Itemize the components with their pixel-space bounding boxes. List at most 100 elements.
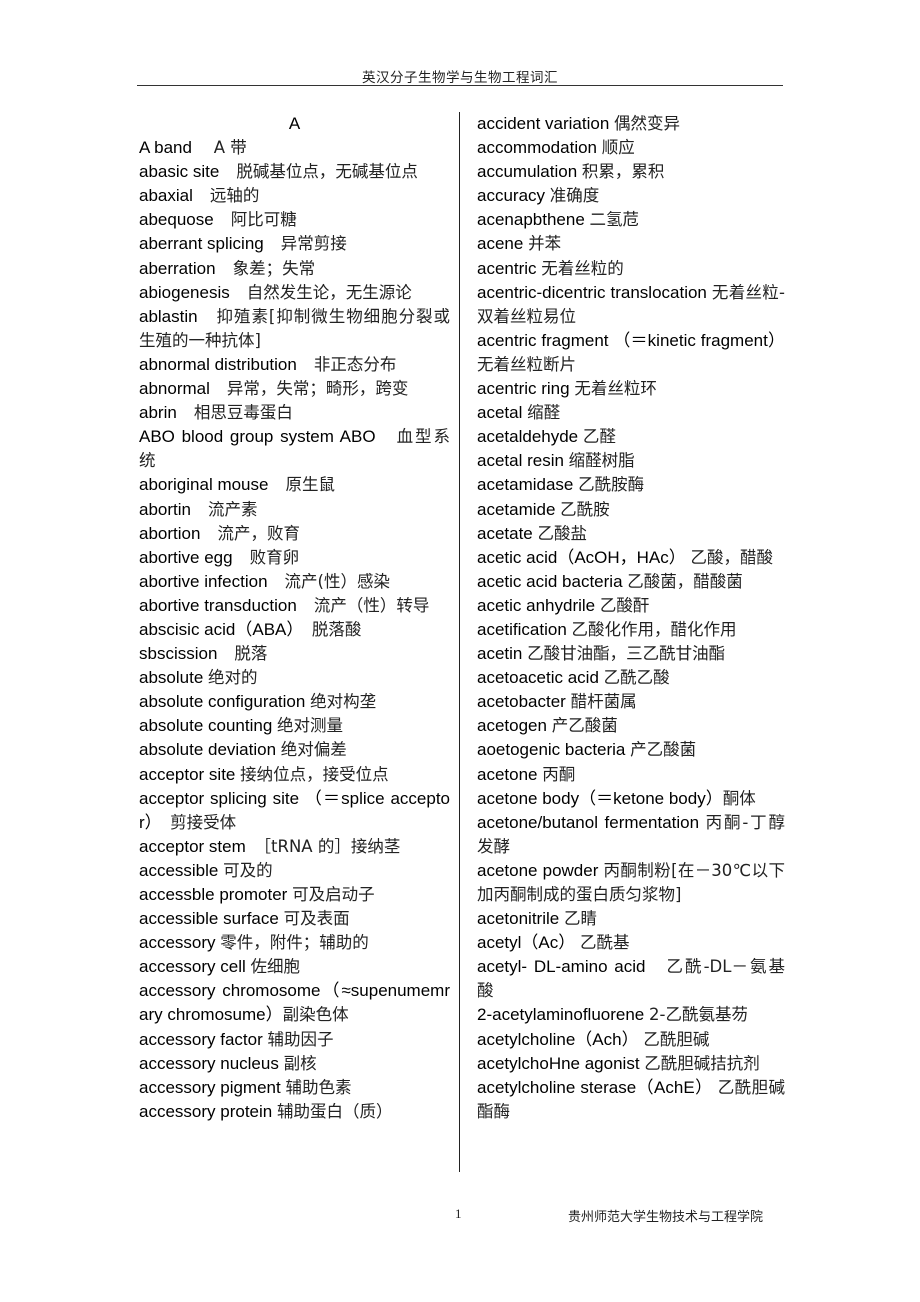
entry-list-left: A band A 带 abasic site 脱碱基位点，无碱基位点 abaxial… (139, 136, 450, 1124)
glossary-entry: acetyl- DL-amino acid 乙酰-DL－氨基酸 (477, 955, 785, 1003)
entry-translation: 绝对偏差 (280, 740, 347, 760)
entry-translation: 脱碱基位点，无碱基位点 (236, 162, 418, 182)
entry-term: acentric (477, 258, 537, 278)
entry-term: acentric-dicentric translocation (477, 282, 707, 302)
glossary-entry: acentric fragment （＝kinetic fragment） 无着… (477, 329, 785, 377)
glossary-entry: accessory 零件，附件；辅助的 (139, 931, 450, 955)
glossary-entry: abiogenesis 自然发生论，无生源论 (139, 281, 450, 305)
entry-separator (268, 572, 285, 591)
entry-term: acentric fragment （＝kinetic fragment） (477, 330, 785, 350)
glossary-entry: acetogen 产乙酸菌 (477, 714, 785, 738)
entry-term: acetic anhydrile (477, 595, 596, 615)
entry-translation: 败育卵 (249, 547, 300, 567)
entry-term: abaxial (139, 186, 193, 206)
entry-term: absolute deviation (139, 740, 277, 760)
entry-translation: 乙睛 (563, 909, 597, 929)
entry-separator (191, 500, 208, 519)
entry-term: accessory factor (139, 1029, 263, 1049)
glossary-entry: 2-acetylaminofluorene 2-乙酰氨基芴 (477, 1003, 785, 1027)
glossary-entry: acene 并苯 (477, 232, 785, 256)
entry-translation: 二氢苊 (589, 210, 640, 230)
entry-translation: 异常剪接 (280, 234, 347, 254)
glossary-entry: aboriginal mouse 原生鼠 (139, 473, 450, 497)
entry-separator (233, 548, 250, 567)
entry-translation: 绝对构垄 (310, 692, 377, 712)
glossary-entry: abortive infection 流产(性）感染 (139, 570, 450, 594)
entry-term: acceptor site (139, 764, 236, 784)
glossary-entry: acetone powder 丙酮制粉[在－30℃以下加丙酮制成的蛋白质匀浆物] (477, 859, 785, 907)
running-header-title: 英汉分子生物学与生物工程词汇 (362, 70, 558, 85)
entry-translation: 偶然变异 (614, 114, 681, 133)
entry-translation: 远轴的 (209, 186, 260, 206)
entry-translation: 佐细胞 (250, 957, 301, 977)
entry-term: acetate (477, 523, 533, 543)
entry-term: accommodation (477, 138, 598, 158)
entry-translation: 准确度 (549, 186, 600, 206)
glossary-entry: aberration 象差；失常 (139, 257, 450, 281)
entry-term: acetaldehyde (477, 427, 579, 447)
glossary-entry: accessible surface 可及表面 (139, 907, 450, 931)
entry-translation: 剪接受体 (170, 812, 237, 832)
entry-term: acetal resin (477, 451, 564, 471)
entry-term: acetification (477, 619, 567, 639)
entry-term: accident variation (477, 114, 610, 133)
glossary-entry: acentric ring 无着丝粒环 (477, 377, 785, 401)
entry-translation: 无着丝粒的 (541, 258, 624, 278)
glossary-entry: abnormal distribution 非正态分布 (139, 353, 450, 377)
glossary-entry: acetone/butanol fermentation 丙酮-丁醇发酵 (477, 811, 785, 859)
entry-term: abortion (139, 523, 201, 543)
entry-translation: 可及启动子 (292, 885, 375, 904)
entry-term: acetal (477, 403, 523, 423)
entry-term: acetone (477, 764, 538, 784)
entry-separator (153, 813, 170, 832)
entry-translation: 非正态分布 (313, 354, 397, 374)
entry-separator (193, 186, 210, 205)
entry-term: abortin (139, 499, 191, 519)
entry-translation: 流产（性）转导 (313, 595, 430, 615)
entry-term: accuracy (477, 186, 546, 206)
glossary-entry: acceptor splicing site （＝splice acceptor… (139, 787, 450, 835)
glossary-entry: abnormal 异常，失常；畸形，跨变 (139, 377, 450, 401)
glossary-entry: acetal resin 缩醛树脂 (477, 449, 785, 473)
glossary-entry: accumulation 积累，累积 (477, 160, 785, 184)
glossary-entry: acenapbthene 二氢苊 (477, 208, 785, 232)
glossary-entry: aoetogenic bacteria 产乙酸菌 (477, 738, 785, 762)
entry-term: acenapbthene (477, 210, 585, 230)
entry-term: sbscission (139, 644, 218, 664)
glossary-entry: ABO blood group system ABO 血型系统 (139, 425, 450, 473)
glossary-entry: sbscission 脱落 (139, 642, 450, 666)
glossary-entry: acetate 乙酸盐 (477, 522, 785, 546)
entry-term: abequose (139, 210, 214, 230)
entry-translation: 辅助因子 (267, 1029, 334, 1049)
entry-translation: 醋杆菌属 (570, 692, 637, 712)
entry-term: accessble promoter (139, 885, 288, 904)
entry-translation: 阿比可糖 (230, 210, 297, 230)
entry-term: acetobacter (477, 692, 566, 712)
entry-translation: 辅助色素 (285, 1077, 352, 1097)
entry-term: aberration (139, 258, 216, 278)
entry-translation: 脱落 (234, 644, 268, 664)
entry-separator (268, 475, 285, 494)
entry-term: abrin (139, 403, 177, 423)
glossary-entry: A band A 带 (139, 136, 450, 160)
entry-translation: 流产素 (207, 499, 258, 519)
entry-translation: 绝对测量 (277, 716, 344, 736)
entry-translation: 相思豆毒蛋白 (193, 403, 293, 423)
entry-translation: 无着丝粒环 (574, 379, 657, 399)
glossary-entry: acetylcholine（Ach） 乙酰胆碱 (477, 1028, 785, 1052)
glossary-entry: abortive egg 败育卵 (139, 546, 450, 570)
entry-term: absolute (139, 668, 204, 688)
glossary-entry: acetone 丙酮 (477, 763, 785, 787)
glossary-entry: abscisic acid（ABA） 脱落酸 (139, 618, 450, 642)
glossary-entry: abrin 相思豆毒蛋白 (139, 401, 450, 425)
entry-term: abortive infection (139, 571, 268, 591)
entry-term: accessory (139, 933, 216, 953)
entry-translation: 无着丝粒断片 (477, 354, 576, 374)
entry-translation: 乙醛 (582, 427, 616, 447)
entry-translation: 积累，累积 (581, 162, 665, 182)
glossary-entry: aberrant splicing 异常剪接 (139, 232, 450, 256)
entry-term: acetylchoHne agonist (477, 1053, 640, 1073)
glossary-column-right: accident variation 偶然变异 accommodation 顺应 a… (477, 112, 785, 1124)
entry-separator (217, 644, 234, 663)
entry-separator (246, 837, 263, 856)
